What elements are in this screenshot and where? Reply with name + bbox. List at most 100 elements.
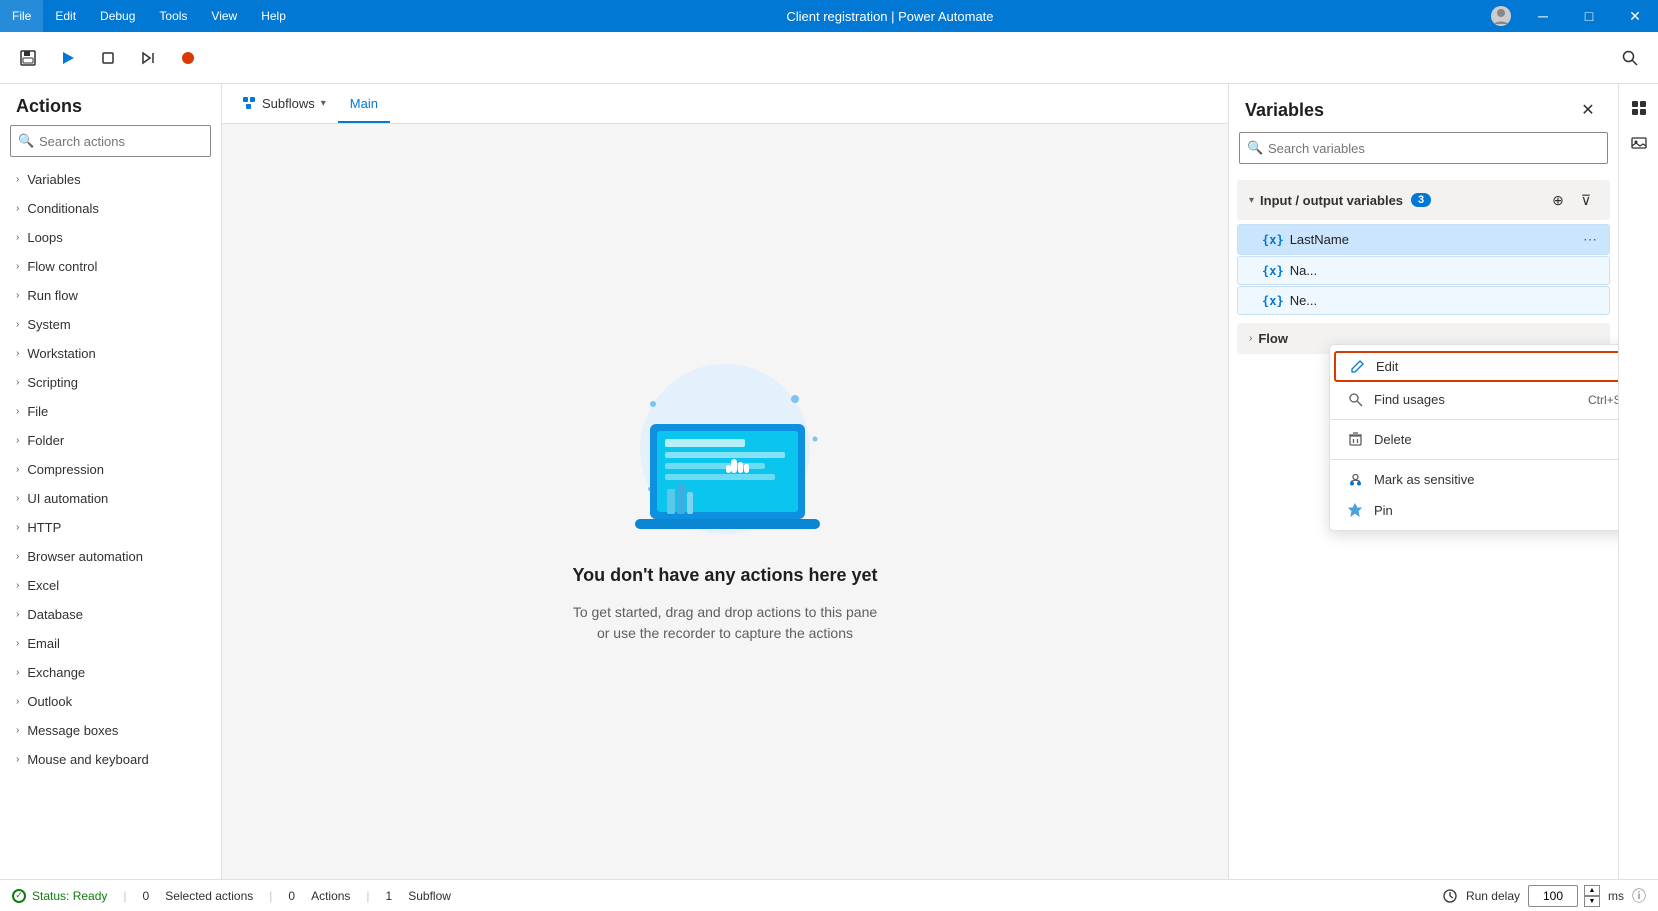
actions-title: Actions: [0, 84, 221, 125]
chevron-icon: ›: [16, 609, 19, 620]
step-button[interactable]: [132, 42, 164, 74]
sidebar-item-run-flow[interactable]: ›Run flow: [0, 281, 221, 310]
sidebar-item-mouse-keyboard[interactable]: ›Mouse and keyboard: [0, 745, 221, 774]
io-variables-section-header[interactable]: ▾ Input / output variables 3 ⊕ ⊽: [1237, 180, 1610, 220]
subflow-count: 1: [386, 889, 393, 903]
context-menu-find-usages[interactable]: Find usages Ctrl+Shift+F: [1330, 384, 1618, 415]
user-avatar: [1482, 5, 1520, 27]
sidebar-item-compression[interactable]: ›Compression: [0, 455, 221, 484]
add-io-variable-button[interactable]: ⊕: [1546, 188, 1570, 212]
context-menu-pin[interactable]: Pin: [1330, 495, 1618, 526]
sidebar-item-flow-control[interactable]: ›Flow control: [0, 252, 221, 281]
content-area: Actions 🔍 ›Variables ›Conditionals ›Loop…: [0, 84, 1658, 879]
restore-button[interactable]: □: [1566, 0, 1612, 32]
record-button[interactable]: [172, 42, 204, 74]
variable-item-na[interactable]: {x} Na...: [1237, 256, 1610, 285]
sidebar-item-message-boxes[interactable]: ›Message boxes: [0, 716, 221, 745]
sensitive-icon: [1346, 472, 1364, 487]
sidebar-item-system[interactable]: ›System: [0, 310, 221, 339]
context-menu: Edit Find usages Ctrl+Shift+F: [1329, 344, 1618, 531]
filter-io-variables-button[interactable]: ⊽: [1574, 188, 1598, 212]
ms-label: ms: [1608, 889, 1624, 903]
chevron-icon: ›: [16, 638, 19, 649]
variable-name: Na...: [1290, 263, 1317, 278]
chevron-icon: ›: [16, 580, 19, 591]
status-text: Status: Ready: [32, 889, 107, 903]
run-delay-input[interactable]: [1528, 885, 1578, 907]
variables-title: Variables: [1245, 100, 1324, 121]
run-delay-label: Run delay: [1466, 889, 1520, 903]
titlebar: File Edit Debug Tools View Help Client r…: [0, 0, 1658, 32]
stop-button[interactable]: [92, 42, 124, 74]
sidebar-item-loops[interactable]: ›Loops: [0, 223, 221, 252]
run-delay-info-button[interactable]: ⓘ: [1632, 886, 1646, 906]
sidebar-item-ui-automation[interactable]: ›UI automation: [0, 484, 221, 513]
find-usages-shortcut: Ctrl+Shift+F: [1588, 393, 1618, 407]
menu-file[interactable]: File: [0, 0, 43, 32]
sidebar-item-excel[interactable]: ›Excel: [0, 571, 221, 600]
variable-icon: {x}: [1262, 264, 1284, 278]
variable-item-lastname[interactable]: {x} LastName ⋯: [1237, 224, 1610, 255]
titlebar-menu: File Edit Debug Tools View Help: [0, 0, 298, 32]
variables-close-button[interactable]: ✕: [1574, 96, 1602, 124]
run-delay-up-button[interactable]: ▲: [1584, 885, 1600, 896]
sidebar-item-outlook[interactable]: ›Outlook: [0, 687, 221, 716]
menu-view[interactable]: View: [199, 0, 249, 32]
editor-canvas: You don't have any actions here yet To g…: [222, 124, 1228, 879]
toolbar-search-button[interactable]: [1614, 42, 1646, 74]
minimize-button[interactable]: ─: [1520, 0, 1566, 32]
menu-help[interactable]: Help: [249, 0, 298, 32]
sidebar-item-scripting[interactable]: ›Scripting: [0, 368, 221, 397]
variable-menu-button[interactable]: ⋯: [1583, 231, 1597, 248]
run-delay-spinners: ▲ ▼: [1584, 885, 1600, 907]
run-button[interactable]: [52, 42, 84, 74]
search-actions-input[interactable]: [10, 125, 211, 157]
sidebar-item-workstation[interactable]: ›Workstation: [0, 339, 221, 368]
chevron-icon: ›: [16, 377, 19, 388]
app-body: Actions 🔍 ›Variables ›Conditionals ›Loop…: [0, 32, 1658, 911]
variable-icon: {x}: [1262, 294, 1284, 308]
sidebar-item-database[interactable]: ›Database: [0, 600, 221, 629]
io-section-label: Input / output variables: [1260, 193, 1403, 208]
search-icon: 🔍: [18, 133, 34, 149]
sidebar-item-folder[interactable]: ›Folder: [0, 426, 221, 455]
menu-debug[interactable]: Debug: [88, 0, 147, 32]
sidebar-item-http[interactable]: ›HTTP: [0, 513, 221, 542]
menu-tools[interactable]: Tools: [147, 0, 199, 32]
right-icons-panel: [1618, 84, 1658, 879]
status-indicator: Status: Ready: [12, 889, 107, 903]
tab-main[interactable]: Main: [338, 85, 390, 123]
chevron-icon: ›: [16, 464, 19, 475]
chevron-right-icon: ›: [1249, 333, 1252, 344]
tab-subflows[interactable]: Subflows ▾: [230, 85, 338, 123]
actions-list: ›Variables ›Conditionals ›Loops ›Flow co…: [0, 165, 221, 879]
run-delay-down-button[interactable]: ▼: [1584, 896, 1600, 907]
toolbar: [0, 32, 1658, 84]
variable-name: Ne...: [1290, 293, 1317, 308]
flow-section-label: Flow: [1258, 331, 1288, 346]
context-menu-edit[interactable]: Edit: [1334, 351, 1618, 382]
chevron-icon: ›: [16, 754, 19, 765]
context-menu-delete[interactable]: Delete Del: [1330, 424, 1618, 455]
sidebar-item-variables[interactable]: ›Variables: [0, 165, 221, 194]
chevron-icon: ›: [16, 725, 19, 736]
assets-button[interactable]: [1623, 92, 1655, 124]
context-menu-mark-sensitive[interactable]: Mark as sensitive: [1330, 464, 1618, 495]
menu-edit[interactable]: Edit: [43, 0, 88, 32]
sidebar-item-browser-automation[interactable]: ›Browser automation: [0, 542, 221, 571]
variable-icon: {x}: [1262, 233, 1284, 247]
variables-header: Variables ✕: [1229, 84, 1618, 132]
image-button[interactable]: [1623, 128, 1655, 160]
delete-label: Delete: [1374, 432, 1412, 447]
sidebar-item-exchange[interactable]: ›Exchange: [0, 658, 221, 687]
search-variables-input[interactable]: [1239, 132, 1608, 164]
variable-name: LastName: [1290, 232, 1349, 247]
sidebar-item-conditionals[interactable]: ›Conditionals: [0, 194, 221, 223]
variable-item-ne[interactable]: {x} Ne...: [1237, 286, 1610, 315]
chevron-icon: ›: [16, 406, 19, 417]
sidebar-item-email[interactable]: ›Email: [0, 629, 221, 658]
sidebar-item-file[interactable]: ›File: [0, 397, 221, 426]
close-button[interactable]: ✕: [1612, 0, 1658, 32]
chevron-icon: ›: [16, 348, 19, 359]
save-button[interactable]: [12, 42, 44, 74]
